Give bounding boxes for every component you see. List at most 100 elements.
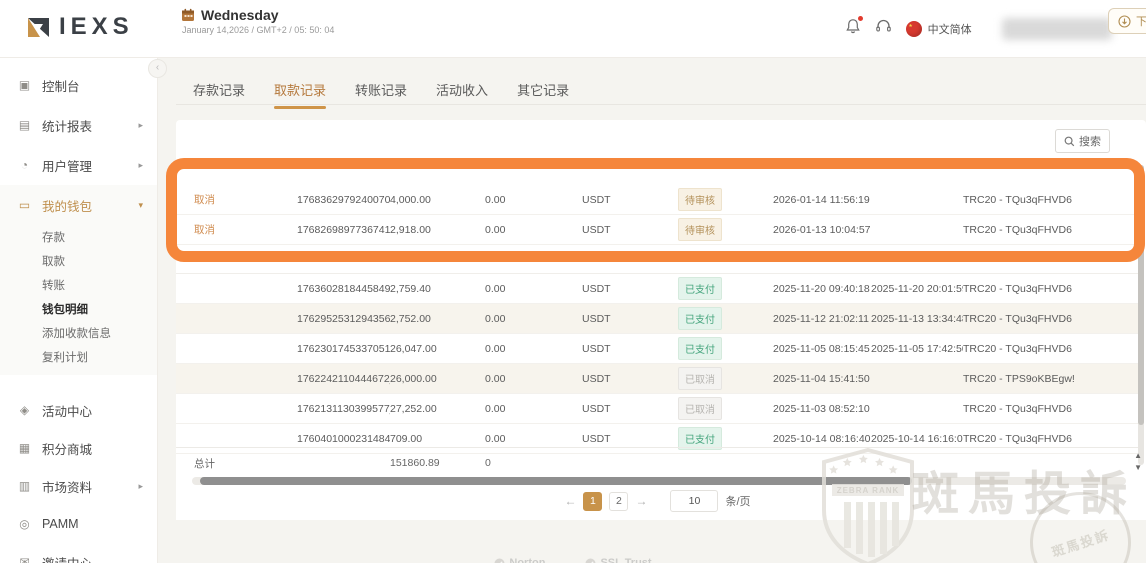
sidebar-item-label: 活动中心: [42, 401, 92, 420]
prev-page-arrow[interactable]: ←: [564, 494, 576, 508]
tab-label: 存款记录: [193, 83, 245, 98]
currency-cell: USDT: [582, 194, 678, 206]
sidebar-item-label: 积分商城: [42, 439, 92, 458]
cancel-action-link[interactable]: 取消: [194, 194, 215, 206]
apply-time-cell: 2025-11-20 09:40:18: [773, 283, 871, 295]
sidebar-collapse-button[interactable]: ‹: [148, 59, 167, 78]
tab-withdrawal-records[interactable]: 取款记录: [274, 80, 326, 109]
address-cell: TRC20 - TQu3qFHVD6: [963, 224, 1139, 236]
sidebar-item-pamm[interactable]: ◎ PAMM: [0, 505, 157, 543]
support-headset-icon[interactable]: [875, 18, 892, 40]
scroll-arrows[interactable]: ▲▼: [1134, 452, 1142, 472]
table-row: 取消 1768362979240070_4 4,000.00 0.00 USDT…: [176, 185, 1139, 215]
order-number-cell: 1762301745337051_4: [297, 343, 390, 355]
user-name-redacted[interactable]: [1002, 18, 1112, 40]
order-number-cell: 1762952531294356_4: [297, 313, 390, 325]
pay-time-cell: 2025-11-13 13:34:48: [871, 313, 963, 325]
sidebar-item-label: PAMM: [42, 517, 79, 531]
status-badge: 已取消: [678, 397, 722, 420]
sidebar-item-icon: ✉: [17, 555, 32, 563]
sidebar-item-invite-center[interactable]: ✉ 邀请中心: [0, 543, 157, 563]
datetime-block: Wednesday January 14,2026 / GMT+2 / 05: …: [181, 7, 334, 35]
table-row: 1762242110444672_4 26,000.00 0.00 USDT 已…: [176, 364, 1139, 394]
order-number-cell: 1768362979240070_4: [297, 194, 390, 206]
amount-cell: 4,000.00: [390, 194, 485, 206]
fee-cell: 0.00: [485, 313, 582, 325]
language-selector[interactable]: 中文简体: [906, 21, 972, 37]
pay-time-cell: 2025-10-14 16:16:07: [871, 433, 963, 445]
sidebar-item-label: 邀请中心: [42, 553, 92, 563]
records-card: 搜索 取消 1768362979240070_4 4,000.00 0.00 U…: [176, 120, 1146, 520]
currency-cell: USDT: [582, 283, 678, 295]
address-cell: TRC20 - TQu3qFHVD6: [963, 283, 1139, 295]
horizontal-scrollbar-track[interactable]: [192, 477, 1126, 485]
chevron-right-icon: ▸: [138, 481, 143, 492]
amount-cell: 26,000.00: [390, 373, 485, 385]
sidebar-item-my-wallet[interactable]: ▭ 我的钱包 ▾: [0, 185, 157, 225]
tab-activity-income[interactable]: 活动收入: [436, 80, 488, 109]
sidebar-item-points-mall[interactable]: ▦ 积分商城: [0, 429, 157, 467]
sidebar-item-icon: ◎: [17, 517, 32, 531]
vertical-scrollbar-thumb[interactable]: [1138, 165, 1144, 425]
amount-cell: 2,918.00: [390, 224, 485, 236]
sidebar-subitem-withdraw[interactable]: 取款: [0, 249, 157, 273]
tab-other-records[interactable]: 其它记录: [517, 80, 569, 109]
sidebar-item-reports[interactable]: ▤ 统计报表 ▸: [0, 105, 157, 145]
footer-logo-norton: Norton: [494, 557, 545, 563]
scroll-up-icon[interactable]: ▲: [1134, 452, 1142, 460]
currency-cell: USDT: [582, 224, 678, 236]
address-cell: TRC20 - TQu3qFHVD6: [963, 403, 1139, 415]
total-fee: 0: [485, 457, 582, 469]
sidebar-subitem-compound-plan[interactable]: 复利计划: [0, 345, 157, 369]
brand-logo-text: IEXS: [59, 13, 134, 41]
page-size-input[interactable]: [670, 490, 718, 512]
page-button-1[interactable]: 1: [583, 492, 602, 511]
next-page-arrow[interactable]: →: [635, 494, 647, 508]
sidebar-subitem-add-payee-info[interactable]: 添加收款信息: [0, 321, 157, 345]
tab-label: 活动收入: [436, 83, 488, 98]
tab-deposit-records[interactable]: 存款记录: [193, 80, 245, 109]
address-cell: TRC20 - TQu3qFHVD6: [963, 433, 1139, 445]
table-row: 取消 1768269897736741_4 2,918.00 0.00 USDT…: [176, 215, 1139, 245]
currency-cell: USDT: [582, 313, 678, 325]
amount-cell: 2,752.00: [390, 313, 485, 325]
apply-time-cell: 2026-01-14 11:56:19: [773, 194, 871, 206]
horizontal-scrollbar-thumb[interactable]: [200, 477, 912, 485]
sidebar-subitem-label: 转账: [42, 277, 65, 293]
app-root: IEXS Wednesday January 14,2026 / GMT+2 /…: [0, 0, 1146, 563]
sidebar-item-user-management[interactable]: ◔ 用户管理 ▸: [0, 145, 157, 185]
sidebar-subitem-transfer[interactable]: 转账: [0, 273, 157, 297]
notifications-bell-icon[interactable]: [845, 18, 861, 40]
sidebar-item-console[interactable]: ▣ 控制台: [0, 65, 157, 105]
page-button-2[interactable]: 2: [609, 492, 628, 511]
sidebar-wallet-group: ▭ 我的钱包 ▾ 存款 取款: [0, 185, 157, 375]
address-cell: TRC20 - TPS9oKBEgw!: [963, 373, 1139, 385]
apply-time-cell: 2025-11-04 15:41:50: [773, 373, 871, 385]
vertical-scrollbar-track[interactable]: [1138, 165, 1144, 465]
sidebar-item-label: 我的钱包: [42, 196, 92, 215]
address-cell: TRC20 - TQu3qFHVD6: [963, 194, 1139, 206]
tab-transfer-records[interactable]: 转账记录: [355, 80, 407, 109]
download-button[interactable]: 下载: [1108, 8, 1146, 34]
sidebar-item-activity-center[interactable]: ◈ 活动中心: [0, 391, 157, 429]
total-row: 总计 151860.89 0: [176, 447, 1139, 478]
sidebar-item-icon: ◈: [17, 403, 32, 417]
sidebar-item-icon: ▣: [17, 78, 32, 92]
status-badge: 已支付: [678, 337, 722, 360]
tab-label: 取款记录: [274, 83, 326, 98]
sidebar-item-market-data[interactable]: ▥ 市场资料 ▸: [0, 467, 157, 505]
cancel-action-link[interactable]: 取消: [194, 224, 215, 236]
fee-cell: 0.00: [485, 343, 582, 355]
apply-time-cell: 2025-11-05 08:15:45: [773, 343, 871, 355]
search-button[interactable]: 搜索: [1055, 129, 1110, 153]
scroll-down-icon[interactable]: ▼: [1134, 464, 1142, 472]
calendar-icon: [181, 8, 195, 22]
download-label: 下载: [1136, 13, 1146, 29]
sidebar-subitem-deposit[interactable]: 存款: [0, 225, 157, 249]
sidebar-item-icon: ▤: [17, 118, 32, 132]
sidebar: ‹ ▣ 控制台 ▤ 统计报表 ▸: [0, 57, 158, 563]
sidebar-subitem-wallet-details[interactable]: 钱包明细: [0, 297, 157, 321]
amount-cell: 709.00: [390, 433, 485, 445]
history-rows-group: 1763602818445849_4 2,759.40 0.00 USDT 已支…: [176, 273, 1139, 454]
brand-logo[interactable]: IEXS: [26, 13, 134, 41]
